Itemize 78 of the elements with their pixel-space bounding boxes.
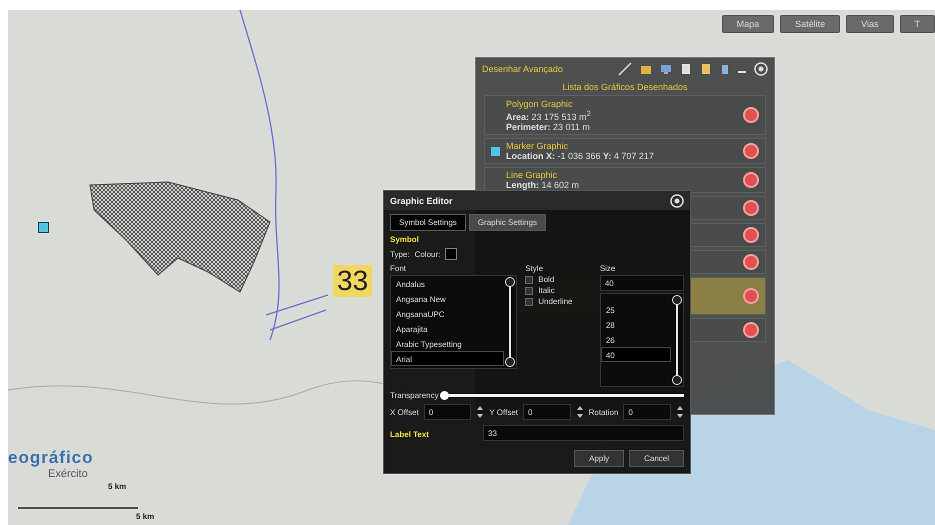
- delete-button[interactable]: [743, 172, 759, 188]
- font-list[interactable]: Andalus Angsana New AngsanaUPC Aparajita Arabic Typesetting Arial: [390, 275, 518, 369]
- graphic-info: Area: 23 175 513 m$^{2}$: [506, 108, 592, 122]
- font-option[interactable]: Arial: [391, 351, 504, 366]
- colour-label: Colour:: [414, 250, 440, 258]
- font-option[interactable]: Arabic Typesetting: [391, 336, 504, 351]
- type-label: Type:: [390, 250, 410, 258]
- panel-title: Desenhar Avançado: [482, 64, 564, 74]
- size-label: Size: [600, 264, 616, 273]
- monitor-icon[interactable]: [660, 63, 672, 75]
- dialog-button[interactable]: Apply: [574, 450, 624, 467]
- transparency-label: Transparency: [390, 391, 439, 400]
- font-label: Font: [390, 264, 408, 273]
- offset-label: Y Offset: [489, 408, 518, 416]
- size-option[interactable]: 40: [600, 347, 671, 362]
- graphic-title: Line Graphic: [506, 170, 558, 180]
- close-icon[interactable]: [670, 194, 684, 208]
- map-type-button[interactable]: Satélite: [780, 15, 840, 33]
- size-option[interactable]: 26: [600, 332, 671, 347]
- tab[interactable]: Graphic Settings: [468, 214, 546, 231]
- number-field[interactable]: 0: [522, 404, 571, 420]
- size-option[interactable]: 28: [600, 317, 671, 332]
- checkbox-label: Bold: [538, 275, 554, 284]
- style-label: Style: [525, 264, 544, 273]
- graphic-list-item[interactable]: Polygon Graphic Area: 23 175 513 m$^{2}$ Perimeter: 23 011 m: [484, 95, 766, 135]
- spinner-icon[interactable]: [476, 404, 484, 420]
- number-field[interactable]: 0: [424, 404, 472, 420]
- map-label: 33: [333, 265, 372, 297]
- delete-button[interactable]: [743, 322, 759, 338]
- label-text-label: Label Text: [390, 430, 429, 439]
- close-icon[interactable]: [754, 62, 768, 76]
- checkbox[interactable]: [525, 298, 534, 306]
- graphic-list-item[interactable]: Marker Graphic Location X: -1 036 366 Y: 4 707 217: [484, 138, 766, 164]
- graphic-info: Perimeter: 23 011 m: [506, 122, 591, 132]
- scrollbar-drawing[interactable]: [504, 276, 516, 368]
- font-option[interactable]: Andalus: [391, 276, 504, 291]
- map-type-button[interactable]: T: [900, 15, 935, 33]
- map-type-button[interactable]: Vias: [846, 15, 894, 33]
- scrollbar-drawing[interactable]: [671, 294, 683, 386]
- font-option[interactable]: AngsanaUPC: [391, 306, 504, 321]
- logo-text: eográfico: [8, 448, 94, 468]
- spinner-icon[interactable]: [676, 404, 684, 420]
- checkbox[interactable]: [525, 276, 534, 284]
- graphic-info: Length: 14 602 m: [506, 180, 580, 190]
- size-option[interactable]: 25: [600, 302, 671, 317]
- font-option[interactable]: Aparajita: [391, 321, 504, 336]
- delete-button[interactable]: [743, 200, 759, 216]
- delete-button[interactable]: [743, 227, 759, 243]
- delete-button[interactable]: [743, 254, 759, 270]
- offset-label: X Offset: [390, 408, 419, 416]
- tab[interactable]: Symbol Settings: [390, 214, 466, 231]
- scale-label: 5 km: [108, 482, 126, 491]
- colour-picker[interactable]: [445, 248, 458, 260]
- graphic-info: Location X: -1 036 366 Y: 4 707 217: [506, 151, 655, 161]
- offset-label: Rotation: [588, 408, 618, 416]
- scale-label: 5 km: [136, 512, 154, 521]
- checkbox-label: Underline: [538, 297, 572, 306]
- label-text-field[interactable]: 33: [483, 425, 684, 441]
- spinner-icon[interactable]: [576, 404, 584, 420]
- delete-button[interactable]: [743, 107, 759, 123]
- size-field[interactable]: 40: [600, 275, 684, 291]
- graphic-list-item[interactable]: Line Graphic Length: 14 602 m: [484, 167, 766, 193]
- size-list[interactable]: 25 28 26 40: [600, 293, 684, 387]
- number-field[interactable]: 0: [623, 404, 671, 420]
- map-type-button[interactable]: Mapa: [722, 15, 774, 33]
- slider-thumb[interactable]: [440, 391, 449, 400]
- font-option[interactable]: Angsana New: [391, 291, 504, 306]
- checkbox[interactable]: [525, 286, 534, 294]
- delete-button[interactable]: [743, 143, 759, 159]
- marker-icon: [38, 222, 49, 233]
- graphic-title: Polygon Graphic: [506, 98, 574, 108]
- panel-subtitle: Lista dos Gráficos Desenhados: [561, 81, 689, 94]
- logo-text: Exército: [48, 468, 89, 480]
- checkbox-label: Italic: [538, 286, 555, 295]
- dialog-title: Graphic Editor: [390, 196, 453, 206]
- section-heading: Symbol: [390, 235, 420, 244]
- dialog-button[interactable]: Cancel: [629, 450, 684, 467]
- graphic-title: Marker Graphic: [506, 141, 570, 151]
